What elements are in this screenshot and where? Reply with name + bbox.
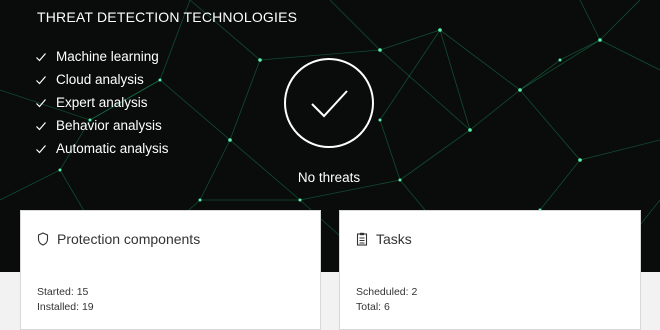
installed-stat: Installed: 19 xyxy=(37,300,94,315)
card-header: Protection components xyxy=(37,231,200,247)
card-stats: Scheduled: 2 Total: 6 xyxy=(356,285,417,315)
protection-components-card[interactable]: Protection components Started: 15 Instal… xyxy=(20,210,321,330)
stat-label: Scheduled: xyxy=(356,286,409,298)
stat-value: 2 xyxy=(411,286,418,298)
card-header: Tasks xyxy=(356,231,412,247)
stat-value: 6 xyxy=(384,301,390,313)
clipboard-icon xyxy=(356,232,368,246)
stat-label: Total: xyxy=(356,301,382,313)
card-stats: Started: 15 Installed: 19 xyxy=(37,285,94,315)
shield-icon xyxy=(37,232,49,246)
stat-label: Started: xyxy=(37,286,74,298)
protected-status-icon xyxy=(284,58,374,148)
technology-label: Cloud analysis xyxy=(56,72,144,87)
stat-label: Installed: xyxy=(37,301,80,313)
stat-value: 15 xyxy=(76,286,89,298)
check-icon xyxy=(36,75,46,84)
technology-item: Behavior analysis xyxy=(35,114,169,137)
technology-item: Automatic analysis xyxy=(35,137,169,160)
technology-list: Machine learning Cloud analysis Expert a… xyxy=(35,45,169,160)
check-icon xyxy=(36,144,46,153)
technology-item: Cloud analysis xyxy=(35,68,169,91)
total-stat: Total: 6 xyxy=(356,300,417,315)
stat-value: 19 xyxy=(81,301,94,313)
scheduled-stat: Scheduled: 2 xyxy=(356,285,417,300)
technology-label: Automatic analysis xyxy=(56,141,169,156)
check-icon xyxy=(36,121,46,130)
check-icon xyxy=(36,98,46,107)
technology-label: Machine learning xyxy=(56,49,159,64)
technology-label: Expert analysis xyxy=(56,95,148,110)
started-stat: Started: 15 xyxy=(37,285,94,300)
card-title: Tasks xyxy=(376,231,412,247)
technology-item: Expert analysis xyxy=(35,91,169,114)
check-icon xyxy=(36,52,46,61)
technology-label: Behavior analysis xyxy=(56,118,162,133)
tasks-card[interactable]: Tasks Scheduled: 2 Total: 6 xyxy=(339,210,641,330)
technology-item: Machine learning xyxy=(35,45,169,68)
section-title: THREAT DETECTION TECHNOLOGIES xyxy=(37,9,298,25)
threat-status: No threats xyxy=(297,170,361,185)
card-title: Protection components xyxy=(57,231,201,247)
